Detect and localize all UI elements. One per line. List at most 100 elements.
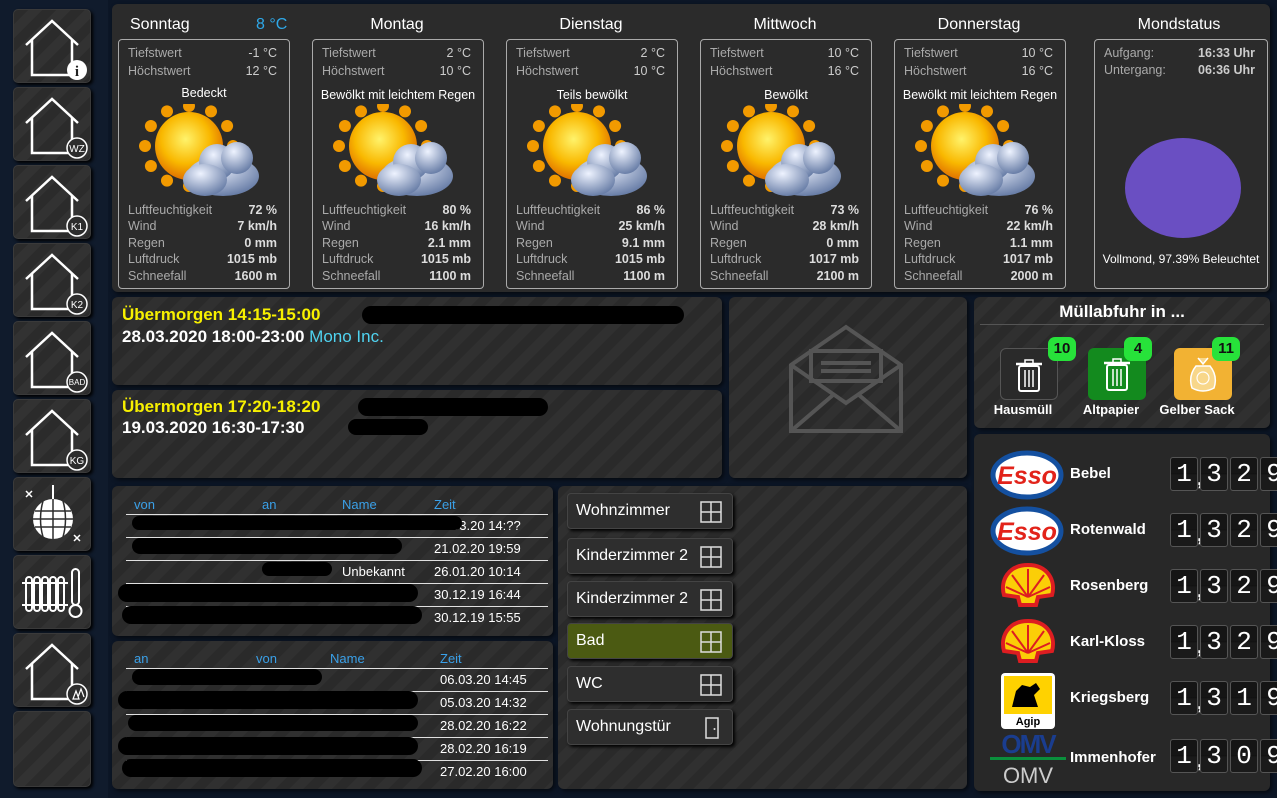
call-name: Unbekannt: [342, 564, 405, 579]
svg-text:WZ: WZ: [69, 144, 85, 155]
waste-days-badge: 11: [1212, 337, 1240, 361]
redacted-block: [358, 398, 548, 416]
price-digit: 0: [1230, 739, 1258, 773]
nav-house-k1[interactable]: K1: [13, 165, 91, 239]
room-wohnungstür[interactable]: Wohnungstür: [567, 709, 733, 745]
price-digit: 3: [1200, 681, 1228, 715]
call-time: 26.01.20 10:14: [434, 564, 521, 579]
price-digit: 9: [1260, 625, 1277, 659]
pressure-label: Luftdruck: [904, 252, 956, 266]
moon-rise-label: Aufgang:: [1104, 46, 1155, 60]
window-closed-icon: [700, 589, 722, 611]
room-kinderzimmer-2[interactable]: Kinderzimmer 2: [567, 538, 733, 574]
calls-outgoing-panel: an von Name Zeit 06.03.20 14:45 05.03.20 14:…: [112, 641, 553, 789]
sun-cloud-icon: [721, 100, 841, 196]
fuel-price: 1,329: [1170, 513, 1277, 551]
day-box: Tiefstwert 10 °C Höchstwert 16 °C Bewölkt Lu…: [700, 39, 872, 289]
price-digit: 2: [1230, 569, 1258, 603]
house-info-icon: i: [25, 19, 87, 80]
humidity-label: Luftfeuchtigkeit: [904, 203, 989, 217]
shell-logo-icon: [1001, 562, 1055, 607]
nav-party[interactable]: [13, 477, 91, 551]
low-value: 2 °C: [640, 46, 665, 60]
snow-value: 2100 m: [816, 269, 859, 283]
fuel-station-rosenberg[interactable]: Rosenberg 1,329: [990, 561, 1277, 613]
fuel-station-bebel[interactable]: Esso Bebel 1,329: [990, 449, 1277, 501]
fuel-price: 1,329: [1170, 457, 1277, 495]
high-value: 12 °C: [245, 64, 277, 78]
pressure-value: 1015 mb: [420, 252, 471, 266]
col-von: von: [134, 497, 155, 512]
high-value: 10 °C: [439, 64, 471, 78]
low-value: 10 °C: [827, 46, 859, 60]
fuel-station-karl-kloss[interactable]: Karl-Kloss 1,329: [990, 617, 1277, 669]
house-garden-icon: [25, 643, 88, 705]
fuel-station-kriegsberg[interactable]: Agip Kriegsberg 1,319: [990, 673, 1277, 729]
col-zeit: Zeit: [434, 497, 456, 512]
snow-label: Schneefall: [322, 269, 381, 283]
price-digit: 1: [1170, 457, 1198, 491]
fuel-station-name: Rosenberg: [1070, 577, 1149, 594]
price-digit: 1: [1170, 681, 1198, 715]
nav-empty[interactable]: [13, 711, 91, 787]
price-digit: 3: [1200, 625, 1228, 659]
room-kinderzimmer-2[interactable]: Kinderzimmer 2: [567, 581, 733, 617]
price-digit: 9: [1260, 513, 1277, 547]
nav-house-bad[interactable]: BAD: [13, 321, 91, 395]
high-value: 16 °C: [1021, 64, 1053, 78]
call-time: 28.02.20 16:19: [440, 741, 527, 756]
moon-rise-value: 16:33 Uhr: [1198, 46, 1255, 60]
wind-label: Wind: [710, 219, 739, 233]
moon-set-label: Untergang:: [1104, 63, 1166, 77]
snow-label: Schneefall: [516, 269, 575, 283]
high-value: 16 °C: [827, 64, 859, 78]
fuel-station-rotenwald[interactable]: Esso Rotenwald 1,329: [990, 505, 1277, 557]
event-1-date: 28.03.2020 18:00-23:00: [122, 327, 305, 346]
nav-house-wz[interactable]: WZ: [13, 87, 91, 161]
nav-house-kg[interactable]: KG: [13, 399, 91, 473]
shell-logo-icon: [1001, 618, 1055, 663]
day-column-montag: Montag Tiefstwert 2 °C Höchstwert 10 °C Bewö…: [308, 13, 486, 289]
low-label: Tiefstwert: [128, 46, 182, 60]
day-name: Donnerstag: [937, 16, 1021, 33]
humidity-label: Luftfeuchtigkeit: [710, 203, 795, 217]
esso-logo-icon: Esso: [990, 450, 1064, 500]
room-wc[interactable]: WC: [567, 666, 733, 702]
nav-house-k2[interactable]: K2: [13, 243, 91, 317]
wind-label: Wind: [516, 219, 545, 233]
day-column-donnerstag: Donnerstag Tiefstwert 10 °C Höchstwert 16 °…: [890, 13, 1068, 289]
nav-house-info[interactable]: i: [13, 9, 91, 83]
snow-value: 1100 m: [429, 269, 471, 283]
room-bad[interactable]: Bad: [567, 623, 733, 659]
window-closed-icon: [700, 546, 722, 568]
event-1-line1: Übermorgen 14:15-15:00: [122, 305, 321, 324]
room-label: Wohnungstür: [576, 718, 671, 735]
weather-panel: Sonntag 8 °C Tiefstwert -1 °C Höchstwert 12 …: [112, 4, 1270, 292]
day-column-dienstag: Dienstag Tiefstwert 2 °C Höchstwert 10 °C Te…: [502, 13, 680, 289]
moon-title: Mondstatus: [1137, 16, 1221, 33]
event-card-1[interactable]: Übermorgen 14:15-15:00 28.03.2020 18:00-…: [112, 297, 722, 385]
pressure-label: Luftdruck: [322, 252, 374, 266]
pressure-value: 1015 mb: [226, 252, 277, 266]
redacted-block: [118, 691, 418, 709]
mail-panel[interactable]: [729, 297, 967, 478]
room-label: Kinderzimmer 2: [576, 547, 689, 564]
sun-cloud-icon: [527, 100, 647, 196]
waste-label: Altpapier: [1082, 402, 1140, 417]
event-card-2[interactable]: Übermorgen 17:20-18:20 19.03.2020 16:30-…: [112, 390, 722, 478]
high-label: Höchstwert: [904, 64, 967, 78]
redacted-block: [362, 306, 684, 324]
room-wohnzimmer[interactable]: Wohnzimmer: [567, 493, 733, 529]
event-2-line1: Übermorgen 17:20-18:20: [122, 397, 321, 416]
waste-label: Gelber Sack: [1159, 402, 1235, 417]
nav-house-garden[interactable]: [13, 633, 91, 707]
nav-heating[interactable]: [13, 555, 91, 629]
fuel-price: 1,309: [1170, 739, 1277, 777]
waste-days-badge: 10: [1048, 337, 1076, 361]
redacted-block: [118, 737, 418, 755]
fuel-station-immenhofer[interactable]: OMV OMV Immenhofer 1,309: [990, 729, 1277, 788]
event-2-date: 19.03.2020 16:30-17:30: [122, 418, 305, 437]
high-label: Höchstwert: [710, 64, 773, 78]
day-column-sonntag: Sonntag 8 °C Tiefstwert -1 °C Höchstwert 12 …: [114, 13, 292, 289]
day-name: Mittwoch: [753, 16, 817, 33]
